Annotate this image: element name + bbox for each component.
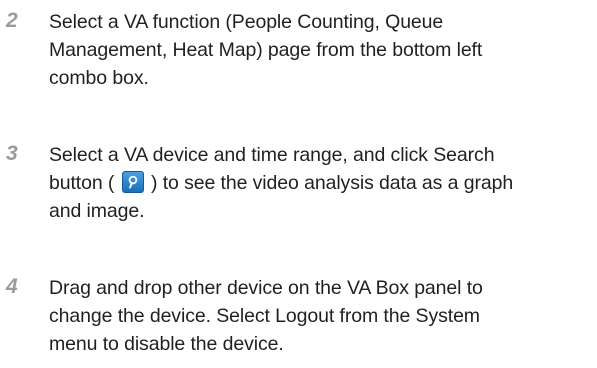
step-text: Drag and drop other device on the VA Box… — [49, 274, 594, 358]
step-line: menu to disable the device. — [49, 333, 284, 355]
step-text: Select a VA function (People Counting, Q… — [49, 8, 594, 92]
search-icon — [121, 171, 144, 193]
step-line: Management, Heat Map) page from the bott… — [49, 39, 483, 61]
step-number: 2 — [6, 9, 18, 32]
step-line: Select a VA function (People Counting, Q… — [49, 11, 444, 33]
step-line: change the device. Select Logout from th… — [49, 305, 480, 327]
step-line-with-icon: button ( ) to see the video analysis dat… — [49, 169, 594, 197]
step-line: Drag and drop other device on the VA Box… — [49, 277, 483, 299]
step-line: and image. — [49, 200, 145, 222]
step-line: combo box. — [49, 67, 149, 89]
step-line: Select a VA device and time range, and c… — [49, 144, 495, 166]
step-line-part: ) to see the video analysis data as a gr… — [150, 172, 514, 194]
step-number: 4 — [6, 275, 18, 298]
step-line-part: button ( — [49, 172, 115, 194]
step-text: Select a VA device and time range, and c… — [49, 141, 594, 225]
step-number: 3 — [6, 142, 18, 165]
